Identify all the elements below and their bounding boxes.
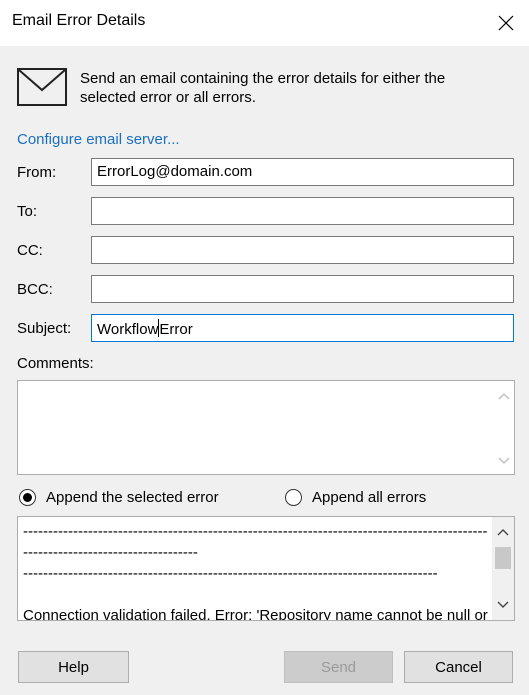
append-selected-error-label: Append the selected error <box>46 489 219 506</box>
append-all-errors-radio[interactable]: Append all errors <box>285 489 426 506</box>
subject-text-before: Workflow <box>97 321 159 338</box>
from-field[interactable]: ErrorLog@domain.com <box>91 158 514 186</box>
radio-unselected-indicator[interactable] <box>285 489 302 506</box>
scroll-down-icon[interactable] <box>497 600 509 610</box>
subject-label: Subject: <box>17 320 72 337</box>
bcc-field[interactable] <box>91 275 514 303</box>
intro-description: Send an email containing the error detai… <box>80 70 446 106</box>
subject-field[interactable]: WorkflowError <box>91 314 514 342</box>
subject-text-after: Error <box>159 321 193 338</box>
scroll-up-icon[interactable] <box>498 391 510 401</box>
cc-field[interactable] <box>91 236 514 264</box>
window-title: Email Error Details <box>12 12 146 29</box>
configure-email-server-link[interactable]: Configure email server... <box>17 131 180 148</box>
append-selected-error-radio[interactable]: Append the selected error <box>19 489 219 506</box>
to-label: To: <box>17 203 38 220</box>
comments-label: Comments: <box>17 355 94 372</box>
error-details-text: ----------------------------------------… <box>23 523 488 621</box>
error-details-preview[interactable]: ----------------------------------------… <box>17 516 515 621</box>
comments-textarea[interactable] <box>17 380 515 475</box>
from-label: From: <box>17 164 57 181</box>
comments-scrollbar[interactable] <box>494 381 514 474</box>
scroll-up-icon[interactable] <box>497 527 509 537</box>
cancel-button[interactable]: Cancel <box>404 651 513 683</box>
error-preview-scrollbar[interactable] <box>492 517 514 620</box>
bcc-label: BCC: <box>17 281 53 298</box>
close-icon[interactable] <box>491 8 521 38</box>
send-button[interactable]: Send <box>284 651 393 683</box>
help-button[interactable]: Help <box>18 651 129 683</box>
radio-selected-indicator[interactable] <box>19 489 36 506</box>
cc-label: CC: <box>17 242 43 259</box>
scroll-down-icon[interactable] <box>498 456 510 466</box>
append-all-errors-label: Append all errors <box>312 489 427 506</box>
mail-icon <box>17 68 67 106</box>
to-field[interactable] <box>91 197 514 225</box>
scrollbar-thumb[interactable] <box>495 547 511 569</box>
title-bar: Email Error Details <box>0 0 529 46</box>
